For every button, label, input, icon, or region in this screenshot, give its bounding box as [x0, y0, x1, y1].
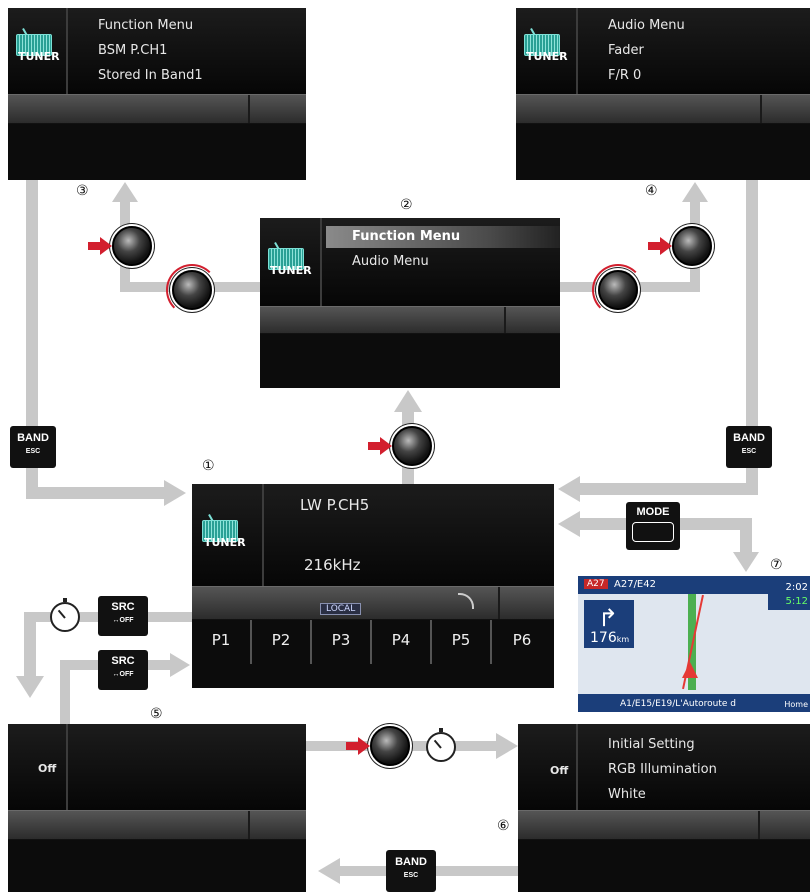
screen-function-menu-bsm: TUNER Function Menu BSM P.CH1 Stored In …	[8, 8, 306, 180]
menu-title: Function Menu	[98, 18, 194, 33]
timer-icon	[426, 728, 456, 762]
flow-line-src-down	[24, 612, 36, 680]
station-name: LW P.CH5	[300, 496, 370, 514]
tuner-icon: TUNER	[16, 28, 60, 68]
menu-line-2: RGB Illumination	[608, 762, 717, 777]
press-arrow-icon	[358, 737, 370, 755]
signal-icon	[458, 593, 474, 609]
flow-arrow-to-top-left	[112, 182, 138, 202]
flow-arrow-into-main-right	[558, 476, 580, 502]
mode-button-key	[632, 522, 674, 542]
menu-title: Audio Menu	[608, 18, 685, 33]
flow-arrow-mode-to-main	[558, 511, 580, 537]
menu-line-3: Stored In Band1	[98, 68, 203, 83]
menu-item-audio[interactable]: Audio Menu	[352, 254, 429, 269]
screen-navigation-map: A27 A27/E42 ↱ 176km 2:02 5:12 A1/E15/E19…	[578, 576, 810, 712]
marker-3: ③	[76, 183, 89, 199]
flow-arrow-to-center-screen	[394, 390, 422, 412]
home-button[interactable]: Home	[784, 700, 808, 709]
road-badge: A27	[584, 579, 608, 589]
turn-distance: 176km	[590, 630, 630, 646]
vehicle-icon	[682, 662, 698, 678]
rotary-knob-top-right-press[interactable]	[672, 226, 712, 266]
flow-line-right-to-main	[580, 483, 758, 495]
time-1: 2:02	[785, 582, 808, 593]
press-arrow-icon	[100, 237, 112, 255]
src-off-button-bottom[interactable]: SRC ↔OFF	[98, 650, 148, 690]
turn-arrow-icon: ↱	[598, 604, 619, 632]
menu-line-2: Fader	[608, 43, 644, 58]
preset-p4[interactable]: P4	[372, 620, 432, 664]
flow-arrow-return	[318, 858, 340, 884]
rotary-knob-center[interactable]	[392, 426, 432, 466]
press-arrow-icon	[380, 437, 392, 455]
off-label: Off	[550, 764, 569, 777]
flow-arrow-to-setting	[496, 733, 518, 759]
marker-2: ②	[400, 197, 413, 213]
screen-tuner-main: TUNER LW P.CH5 216kHz LOCAL P1 P2 P3 P4 …	[192, 484, 554, 688]
preset-p5[interactable]: P5	[432, 620, 492, 664]
rotate-arrow-icon	[166, 264, 218, 316]
tuner-icon: TUNER	[524, 28, 568, 68]
flow-line-left-to-main	[26, 487, 166, 499]
flow-arrow-to-top-right	[682, 182, 708, 202]
menu-line-3: White	[608, 787, 646, 802]
screen-off-left: Off	[8, 724, 306, 892]
screen-initial-setting: Off Initial Setting RGB Illumination Whi…	[518, 724, 810, 892]
menu-line-2: BSM P.CH1	[98, 43, 168, 58]
preset-p3[interactable]: P3	[312, 620, 372, 664]
rotary-knob-top-left-press[interactable]	[112, 226, 152, 266]
flow-arrow-into-main-left	[164, 480, 186, 506]
press-arrow-icon	[660, 237, 672, 255]
marker-6: ⑥	[497, 818, 510, 834]
time-2: 5:12	[785, 596, 808, 607]
menu-line-3: F/R 0	[608, 68, 642, 83]
menu-title: Initial Setting	[608, 737, 695, 752]
frequency: 216kHz	[304, 556, 361, 574]
marker-5: ⑤	[150, 706, 163, 722]
flow-line-mode-down	[740, 518, 752, 556]
timer-icon	[50, 598, 80, 632]
band-esc-button-left[interactable]: BAND ESC	[10, 426, 56, 468]
flow-arrow-to-nav	[733, 552, 759, 572]
preset-p6[interactable]: P6	[492, 620, 552, 664]
road-name: A27/E42	[614, 579, 656, 590]
screen-audio-menu: TUNER Audio Menu Fader F/R 0	[516, 8, 810, 180]
rotate-arrow-icon	[592, 264, 644, 316]
band-esc-button-right[interactable]: BAND ESC	[726, 426, 772, 468]
preset-row: P1 P2 P3 P4 P5 P6	[192, 620, 554, 664]
local-badge: LOCAL	[320, 603, 362, 615]
marker-4: ④	[645, 183, 658, 199]
tuner-icon: TUNER	[268, 242, 312, 282]
rotary-knob-bottom[interactable]	[370, 726, 410, 766]
marker-1: ①	[202, 458, 215, 474]
marker-7: ⑦	[770, 557, 783, 573]
preset-p1[interactable]: P1	[192, 620, 252, 664]
tuner-icon: TUNER	[202, 514, 246, 554]
src-off-button-top[interactable]: SRC ↔OFF	[98, 596, 148, 636]
street-name: A1/E15/E19/L'Autoroute d	[620, 699, 736, 709]
screen-menu-selection: TUNER Function Menu Audio Menu	[260, 218, 560, 388]
preset-p2[interactable]: P2	[252, 620, 312, 664]
flow-arrow-to-off-left	[16, 676, 44, 698]
band-esc-button-bottom[interactable]: BAND ESC	[386, 850, 436, 892]
menu-item-function[interactable]: Function Menu	[352, 229, 460, 244]
mode-button[interactable]: MODE	[626, 502, 680, 550]
off-label: Off	[38, 762, 57, 775]
flow-arrow-src-into-main	[170, 653, 190, 677]
